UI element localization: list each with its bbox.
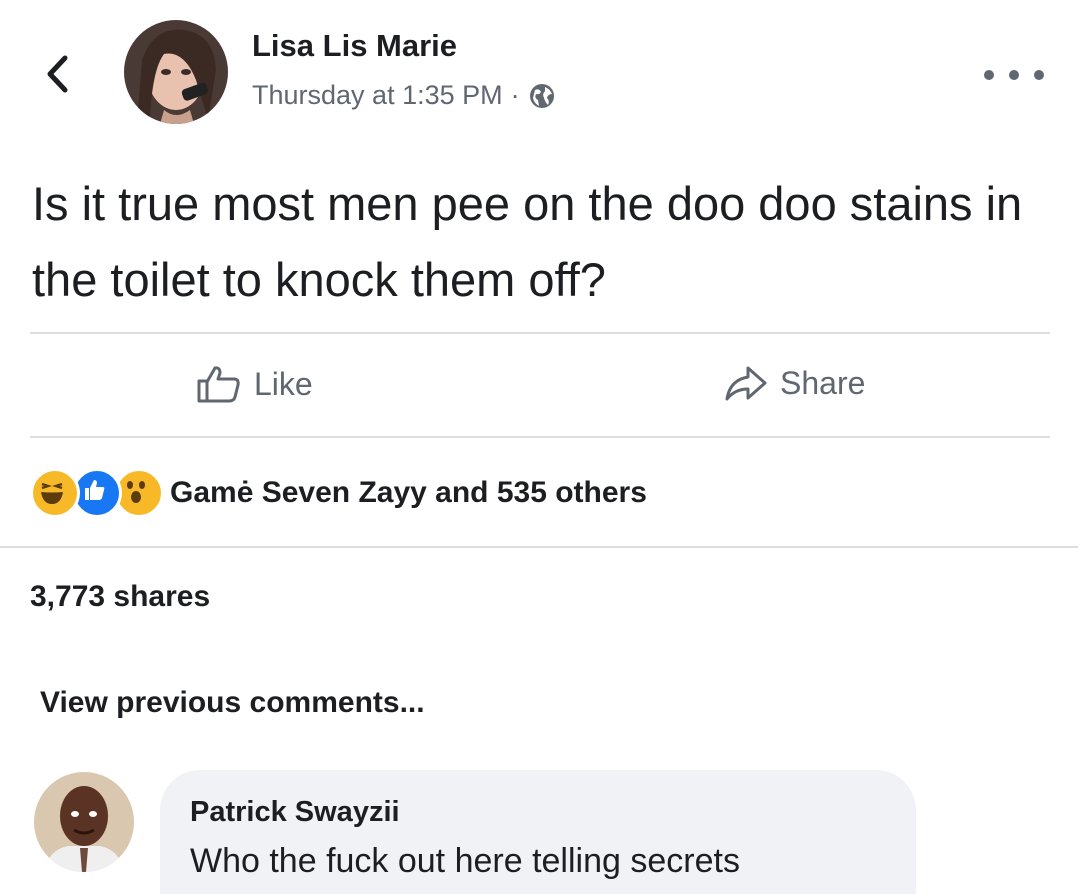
more-dot-icon — [1034, 70, 1044, 80]
more-dot-icon — [984, 70, 994, 80]
comment-author[interactable]: Patrick Swayzii — [190, 796, 400, 829]
reactions-text: Gamė Seven Zayy and 535 others — [170, 476, 647, 509]
haha-icon — [30, 468, 80, 518]
author-avatar[interactable] — [124, 20, 228, 124]
share-arrow-icon — [725, 366, 767, 401]
comment-text: Who the fuck out here telling secrets — [190, 842, 740, 880]
shares-count[interactable]: 3,773 shares — [30, 580, 210, 614]
post-meta: Thursday at 1:35 PM · — [252, 80, 556, 111]
globe-icon — [529, 83, 554, 108]
more-options-button[interactable] — [984, 60, 1044, 90]
back-button[interactable] — [38, 52, 78, 96]
chevron-left-icon — [47, 55, 68, 93]
post-timestamp[interactable]: Thursday at 1:35 PM — [252, 80, 503, 111]
more-dot-icon — [1009, 70, 1019, 80]
meta-separator: · — [510, 80, 520, 110]
like-label: Like — [254, 365, 313, 402]
post-text: Is it true most men pee on the doo doo s… — [32, 177, 1023, 306]
reaction-icons — [30, 468, 164, 518]
thumbs-up-icon — [197, 366, 240, 403]
like-button[interactable]: Like — [196, 364, 313, 404]
share-button[interactable]: Share — [724, 364, 865, 402]
divider — [30, 332, 1050, 334]
commenter-avatar[interactable] — [34, 772, 134, 872]
reactions-summary[interactable]: Gamė Seven Zayy and 535 others — [30, 468, 647, 518]
divider — [30, 436, 1050, 438]
divider — [0, 546, 1078, 548]
post-author-name[interactable]: Lisa Lis Marie — [252, 28, 457, 64]
share-label: Share — [780, 364, 866, 401]
view-previous-comments-link[interactable]: View previous comments... — [40, 686, 425, 720]
